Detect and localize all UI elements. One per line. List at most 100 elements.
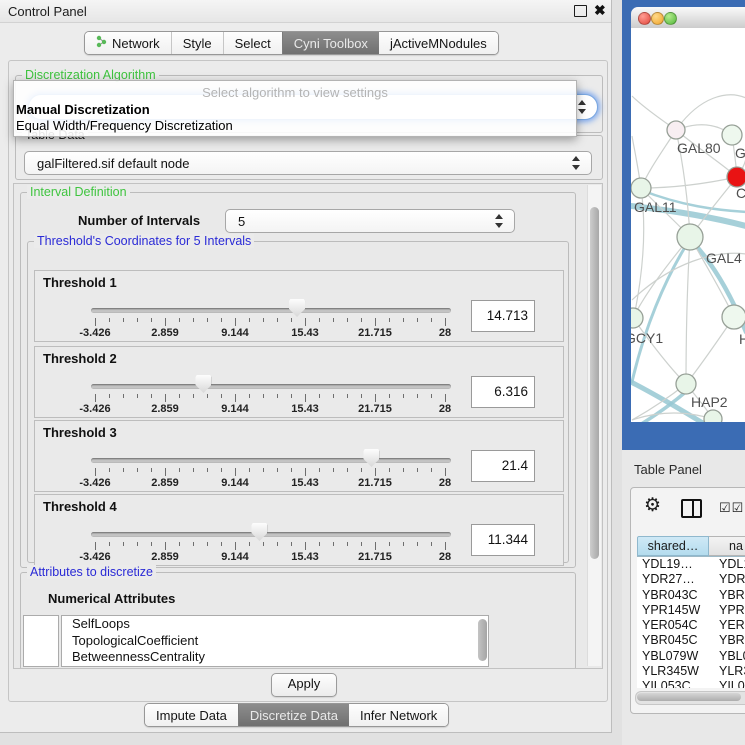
attribute-list-item[interactable]: BetweennessCentrality — [62, 649, 488, 666]
table-row[interactable]: YDR27… YDR2 — [637, 572, 745, 587]
table-row[interactable]: YER054C YER0 — [637, 618, 745, 633]
tab-style[interactable]: Style — [171, 32, 223, 54]
network-canvas[interactable]: GAL80G.CGAL11GAL4GCY1HHAP2 — [631, 28, 745, 422]
gear-icon[interactable]: ⚙ — [644, 496, 661, 516]
numerical-attributes-list[interactable]: SelfLoopsTopologicalCoefficientBetweenne… — [61, 615, 489, 667]
table-header-row: shared… na — [637, 536, 745, 557]
tick-mark — [291, 318, 292, 322]
slider-track[interactable] — [91, 458, 451, 463]
algorithm-option-equal-width[interactable]: Equal Width/Frequency Discretization — [16, 118, 233, 133]
select-columns-checkboxes-icon[interactable]: ☑☑ — [719, 500, 744, 516]
number-of-intervals-combobox[interactable]: 5 — [225, 209, 515, 233]
bottom-tab-bar: Impute Data Discretize DataInfer Network — [144, 703, 449, 727]
tick-mark — [249, 318, 250, 322]
slider-track[interactable] — [91, 532, 451, 537]
threshold-value-field[interactable]: 21.4 — [471, 450, 535, 482]
tab-jactivemnodules[interactable]: jActiveMNodules — [379, 32, 498, 54]
zoom-traffic-light-icon[interactable] — [664, 12, 677, 25]
table-header-name[interactable]: na — [709, 536, 745, 556]
table-scrollbar-thumb[interactable] — [637, 693, 741, 701]
network-edge[interactable] — [686, 237, 690, 384]
settings-scrollbar-thumb[interactable] — [590, 207, 599, 559]
network-node-n-hap2[interactable] — [676, 374, 696, 394]
network-node-n-gal11[interactable] — [631, 178, 651, 198]
algorithm-option-manual[interactable]: Manual Discretization — [16, 102, 150, 117]
slider-thumb[interactable] — [289, 299, 305, 317]
threshold-value-field[interactable]: 6.316 — [471, 376, 535, 408]
tick-mark — [305, 542, 306, 550]
attribute-selection-column[interactable] — [23, 615, 59, 667]
tab-label: Impute Data — [156, 708, 227, 723]
network-node-n-bottom[interactable] — [704, 410, 722, 422]
network-graph[interactable]: GAL80G.CGAL11GAL4GCY1HHAP2 — [631, 28, 745, 422]
table-row[interactable]: YBL079W YBL0 — [637, 649, 745, 664]
network-node-n-red[interactable] — [727, 167, 745, 187]
tick-label: 2.859 — [151, 477, 179, 489]
node-label: HAP2 — [691, 394, 728, 410]
number-of-intervals-label: Number of Intervals — [78, 213, 200, 228]
slider-thumb[interactable] — [251, 523, 267, 541]
cell-name: YLR3 — [709, 664, 745, 679]
network-node-n-gal4[interactable] — [677, 224, 703, 250]
network-node-n-rightmid[interactable] — [722, 305, 745, 329]
network-node-n-gal80[interactable] — [667, 121, 685, 139]
network-edge[interactable] — [633, 237, 690, 318]
tick-label: 9.144 — [221, 477, 249, 489]
control-panel-titlebar[interactable]: Control Panel ✖ — [0, 0, 611, 23]
network-window-titlebar[interactable] — [631, 7, 745, 29]
tick-mark — [431, 394, 432, 398]
tab-discretize-data[interactable]: Discretize Data — [238, 704, 349, 726]
table-row[interactable]: YLR345W YLR3 — [637, 664, 745, 679]
tab-label: jActiveMNodules — [390, 36, 487, 51]
network-node-n-gcy1[interactable] — [631, 308, 643, 328]
list-scrollbar-thumb[interactable] — [478, 619, 487, 661]
network-node-n-topright[interactable] — [722, 125, 742, 145]
threshold-value-field[interactable]: 14.713 — [471, 300, 535, 332]
table-row[interactable]: YDL19… YDL1 — [637, 557, 745, 572]
table-horizontal-scrollbar[interactable] — [635, 691, 745, 705]
tab-cyni-toolbox[interactable]: Cyni Toolbox — [282, 32, 379, 54]
tick-mark — [221, 318, 222, 322]
columns-icon[interactable] — [681, 499, 702, 518]
tab-network[interactable]: Network — [85, 32, 171, 54]
apply-button[interactable]: Apply — [271, 673, 337, 697]
tick-label: 15.43 — [291, 327, 319, 339]
threshold-slider[interactable]: -3.4262.8599.14415.4321.71528 — [35, 495, 465, 565]
attribute-list-item[interactable]: TopologicalCoefficient — [62, 633, 488, 650]
threshold-slider[interactable]: -3.4262.8599.14415.4321.71528 — [35, 347, 465, 417]
threshold-slider[interactable]: -3.4262.8599.14415.4321.71528 — [35, 421, 465, 491]
close-traffic-light-icon[interactable] — [638, 12, 651, 25]
table-header-shared-name[interactable]: shared… — [637, 536, 709, 556]
tab-select[interactable]: Select — [223, 32, 282, 54]
table-row[interactable]: YBR043C YBR0 — [637, 588, 745, 603]
tab-infer-network[interactable]: Infer Network — [349, 704, 448, 726]
tick-mark — [361, 394, 362, 398]
minimize-traffic-light-icon[interactable] — [651, 12, 664, 25]
slider-thumb[interactable] — [363, 449, 379, 467]
network-edge-highlighted[interactable] — [632, 239, 690, 382]
table-panel: Table Panel ⚙ ☑☑ shared… na YDL19… YDL1 … — [622, 450, 745, 745]
attribute-list-item[interactable]: SelfLoops — [62, 616, 488, 633]
tick-mark — [333, 318, 334, 322]
table-row[interactable]: YBR045C YBR0 — [637, 633, 745, 648]
tick-mark — [389, 394, 390, 398]
table-row[interactable]: YPR145W YPR1 — [637, 603, 745, 618]
tick-mark — [235, 468, 236, 476]
slider-track[interactable] — [91, 384, 451, 389]
settings-scrollbar[interactable] — [587, 185, 601, 666]
table-data-combobox[interactable]: galFiltered.sif default node — [24, 151, 592, 175]
tick-mark — [109, 318, 110, 322]
threshold-slider[interactable]: -3.4262.8599.14415.4321.71528 — [35, 271, 465, 341]
close-icon[interactable]: ✖ — [594, 2, 606, 19]
table-row[interactable]: YIL053C YIL0 — [637, 679, 745, 688]
tick-mark — [305, 394, 306, 402]
network-edge[interactable] — [690, 237, 734, 317]
tab-impute-data[interactable]: Impute Data — [145, 704, 238, 726]
tick-mark — [403, 468, 404, 472]
slider-track[interactable] — [91, 308, 451, 313]
float-window-icon[interactable] — [574, 5, 587, 17]
threshold-value-field[interactable]: 11.344 — [471, 524, 535, 556]
network-edge[interactable] — [641, 177, 737, 188]
tick-label: 21.715 — [358, 551, 392, 563]
slider-thumb[interactable] — [195, 375, 211, 393]
